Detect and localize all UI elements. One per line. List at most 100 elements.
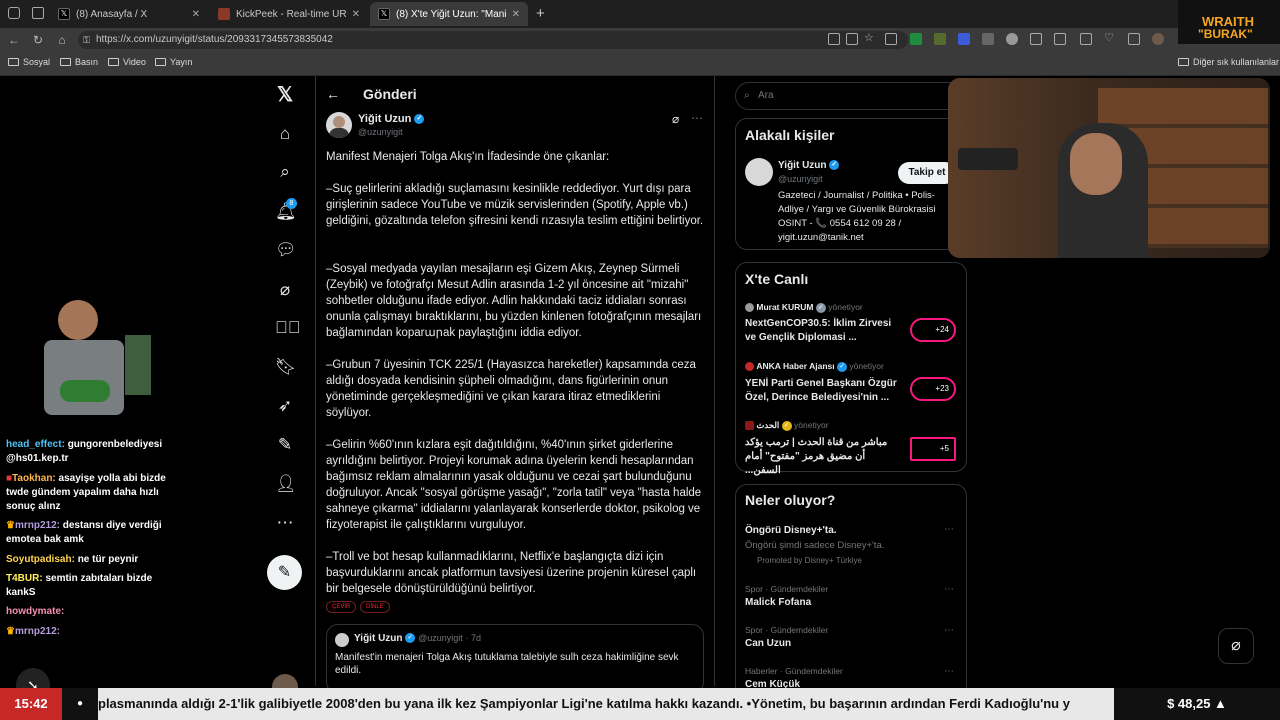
related-avatar[interactable] xyxy=(745,158,773,186)
bookmark-basin[interactable]: Basın xyxy=(60,57,98,67)
profile-avatar[interactable] xyxy=(1152,33,1164,45)
live-item-text[interactable]: مباشر من قناة الحدث | ترمب يؤكد أن مضيق … xyxy=(745,436,900,478)
grok-float-button[interactable]: ⌀ xyxy=(1218,628,1254,664)
tab-actions-icon[interactable] xyxy=(32,7,44,19)
extension-icon[interactable] xyxy=(934,33,946,45)
bookmarks-icon[interactable]: 🔖︎ xyxy=(275,357,297,377)
site-info-icon[interactable]: ⚿ xyxy=(83,31,90,49)
messages-icon[interactable]: 💬︎ xyxy=(275,240,297,260)
related-handle[interactable]: @uzunyigit xyxy=(778,174,823,184)
quote-author-name: Yiğit Uzun xyxy=(354,633,403,644)
translate-button[interactable]: ÇEVİR xyxy=(326,601,357,613)
live-count: +5 xyxy=(939,444,949,453)
more-icon[interactable]: ⋯ xyxy=(275,513,295,533)
back-icon[interactable]: ← xyxy=(6,32,22,48)
explore-search-icon[interactable]: ⌕ xyxy=(275,162,295,182)
grok-explain-icon[interactable]: ⌀ xyxy=(672,112,679,126)
clock: 15:42 xyxy=(0,688,62,720)
search-input[interactable]: ⌕ Ara xyxy=(735,82,967,110)
close-icon[interactable]: ✕ xyxy=(352,9,360,20)
quoted-post[interactable]: Yiğit Uzun ✓ @uzunyigit · 7d Manifest'in… xyxy=(326,624,704,694)
notification-badge: 8 xyxy=(286,198,297,209)
favorites-icon[interactable] xyxy=(1080,33,1092,45)
home-icon[interactable]: ⌂ xyxy=(275,124,295,144)
live-space-icon[interactable]: +23 xyxy=(910,377,956,401)
host-avatar xyxy=(745,303,754,313)
extensions-icon[interactable] xyxy=(1030,33,1042,45)
workspaces-icon[interactable] xyxy=(8,7,20,19)
live-role: yönetiyor xyxy=(828,302,863,312)
trend-name[interactable]: Öngörü Disney+'ta. xyxy=(745,525,837,536)
more-options-icon[interactable]: ⋯ xyxy=(944,625,954,636)
verified-icon[interactable]: ✓⃝ xyxy=(275,318,301,338)
extension-icon[interactable] xyxy=(958,33,970,45)
live-space-icon[interactable]: +5 xyxy=(910,437,956,461)
home-icon[interactable]: ⌂ xyxy=(54,32,70,48)
post-paragraph: –Suç gelirlerini akladığı suçlamasını ke… xyxy=(326,183,704,227)
url-input[interactable]: ⚿ https://x.com/uzunyigit/status/2093317… xyxy=(78,31,908,49)
post-paragraph: –Gelirin %60'ının kızlara eşit dağıtıldı… xyxy=(326,439,702,531)
tab-kickpeek[interactable]: KickPeek - Real-time URL Crawler ✕ xyxy=(210,2,368,26)
compose-post-button[interactable]: ✎ xyxy=(267,555,302,590)
back-arrow-icon[interactable]: ← xyxy=(326,86,340,102)
extension-icon[interactable] xyxy=(910,33,922,45)
live-role: yönetiyor xyxy=(849,361,884,371)
more-options-icon[interactable]: ⋯ xyxy=(691,111,703,125)
reader-icon[interactable] xyxy=(846,33,858,45)
close-icon[interactable]: ✕ xyxy=(512,9,520,20)
author-name[interactable]: Yiğit Uzun xyxy=(358,113,411,125)
live-item-text[interactable]: YENİ Parti Genel Başkanı Özgür Özel, Der… xyxy=(745,377,900,405)
author-name-row[interactable]: Yiğit Uzun ✓ xyxy=(358,113,425,125)
reload-icon[interactable]: ↻ xyxy=(30,32,46,48)
folder-icon xyxy=(1178,58,1189,66)
notifications-bell-icon[interactable]: 🔔︎ 8 xyxy=(275,198,297,222)
bookmark-sosyal[interactable]: Sosyal xyxy=(8,57,50,67)
extension-icon[interactable] xyxy=(828,33,840,45)
related-name-row[interactable]: Yiğit Uzun ✓ xyxy=(778,160,840,171)
live-space-icon[interactable]: +24 xyxy=(910,318,956,342)
bookmark-label: Yayın xyxy=(170,57,193,67)
bookmark-other[interactable]: Diğer sık kullanılanlar xyxy=(1178,57,1279,67)
browser-tab-bar: 𝕏 (8) Anasayfa / X ✕ KickPeek - Real-tim… xyxy=(0,0,1280,28)
trend-meta: Haberler · Gündemdekiler xyxy=(745,666,843,676)
live-count: +23 xyxy=(935,384,949,393)
more-options-icon[interactable]: ⋯ xyxy=(944,666,954,677)
more-options-icon[interactable]: ⋯ xyxy=(944,584,954,595)
tab-home[interactable]: 𝕏 (8) Anasayfa / X ✕ xyxy=(50,2,208,26)
live-item-text[interactable]: NextGenCOP30.5: İklim Zirvesi ve Gençlik… xyxy=(745,317,900,345)
extension-icon[interactable] xyxy=(885,33,897,45)
close-icon[interactable]: ✕ xyxy=(192,9,200,20)
more-options-icon[interactable]: ⋯ xyxy=(944,524,954,535)
trend-name[interactable]: Malick Fofana xyxy=(745,597,811,608)
bookmark-video[interactable]: Video xyxy=(108,57,146,67)
bookmarks-bar: Sosyal Basın Video Yayın Diğer sık kulla… xyxy=(0,52,1280,76)
x-logo-icon[interactable]: 𝕏 xyxy=(275,85,295,105)
new-tab-button[interactable]: + xyxy=(536,5,545,22)
extension-icon[interactable] xyxy=(982,33,994,45)
chat-message: head_effect: gungorenbelediyesi @hs01.ke… xyxy=(6,438,178,466)
verified-badge-icon: ✓ xyxy=(815,302,826,313)
extension-icon[interactable] xyxy=(1006,33,1018,45)
live-host-row: ANKA Haber Ajansı ✓ yönetiyor xyxy=(745,361,884,372)
related-title: Alakalı kişiler xyxy=(745,127,835,143)
performance-icon[interactable]: ♡ xyxy=(1104,33,1116,45)
bookmark-label: Sosyal xyxy=(23,57,51,67)
grok-icon[interactable]: ⌀ xyxy=(275,280,295,300)
microphone xyxy=(958,148,1018,170)
tab-post[interactable]: 𝕏 (8) X'te Yiğit Uzun: "Manifest Men ✕ xyxy=(370,2,528,26)
split-screen-icon[interactable] xyxy=(1054,33,1066,45)
collections-icon[interactable] xyxy=(1128,33,1140,45)
profile-icon[interactable]: 👤︎ xyxy=(275,474,297,494)
author-handle[interactable]: @uzunyigit xyxy=(358,127,403,137)
jobs-icon[interactable]: ✎ xyxy=(275,435,295,455)
account-avatar[interactable] xyxy=(272,674,298,688)
page-title: Gönderi xyxy=(363,86,417,102)
author-avatar[interactable] xyxy=(326,112,352,138)
bookmark-yayin[interactable]: Yayın xyxy=(155,57,192,67)
trend-name[interactable]: Can Uzun xyxy=(745,638,791,649)
favorite-icon[interactable]: ☆ xyxy=(864,33,876,45)
rocket-icon[interactable]: ➶ xyxy=(275,396,295,416)
live-host: الحدث xyxy=(756,420,780,430)
related-name[interactable]: Yiğit Uzun xyxy=(778,160,827,171)
listen-button[interactable]: DİNLE xyxy=(360,601,390,613)
